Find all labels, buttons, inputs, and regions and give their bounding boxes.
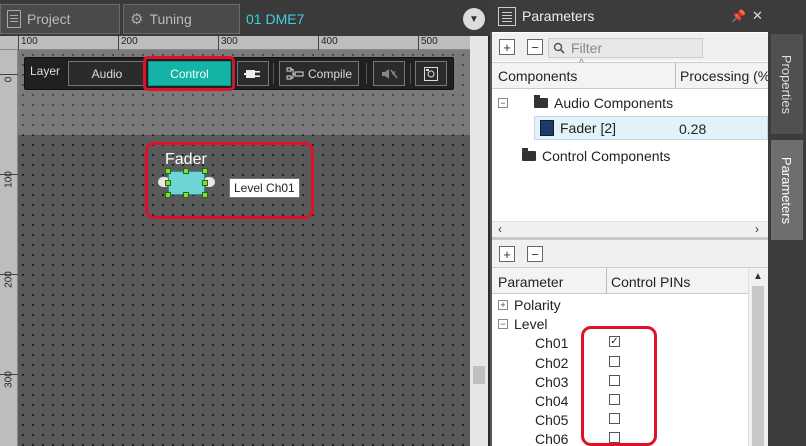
snapshot-button[interactable] [415,61,447,86]
collapse-all-button[interactable]: − [527,39,543,55]
side-tab-parameters[interactable]: Parameters [771,140,803,240]
scroll-left-icon[interactable]: ‹ [498,222,502,236]
channel-label: Ch03 [535,374,569,390]
toolbar-divider [273,63,274,84]
tab-project-label: Project [27,11,71,27]
compile-label: Compile [307,66,352,81]
toolbar-divider [366,63,367,84]
channel-label: Ch06 [535,431,569,446]
expand-toggle-icon[interactable]: + [498,300,508,310]
plus-icon: + [503,246,511,262]
param-group-label: Polarity [514,297,561,313]
scroll-right-icon[interactable]: › [755,222,759,236]
side-tab-label: Properties [779,54,795,114]
control-button-highlight [143,56,235,91]
tuning-icon: ⚙ [130,11,144,28]
filter-input[interactable]: Filter [548,38,703,58]
tab-dme7-label: 01 DME7 [246,11,305,27]
column-header-control-pins[interactable]: Control PINs [611,274,690,290]
component-chip-icon [540,120,554,136]
column-header-components[interactable]: Components [498,68,577,84]
collapse-toggle-icon[interactable]: − [498,98,508,108]
tree-node-control-components[interactable]: Control Components [522,148,670,164]
parameters-panel-title: Parameters [522,8,595,24]
plug-button[interactable] [237,61,269,86]
tree-node-audio-components[interactable]: − Audio Components [498,95,673,111]
channel-label: Ch01 [535,335,569,351]
plug-icon [244,69,260,78]
ruler-tick: 0 [0,74,18,94]
snapshot-icon [424,66,438,81]
tree-node-label: Fader [2] [560,120,617,136]
column-header-processing[interactable]: Processing (% [680,68,770,84]
compile-button[interactable]: Compile [279,61,359,86]
parameters-panel-header: Parameters [490,0,768,32]
ruler-tick: 100 [0,171,18,194]
canvas-vertical-scrollbar[interactable] [470,36,488,446]
folder-icon [534,95,548,108]
tree-node-label: Control Components [542,148,671,164]
channel-label: Ch04 [535,393,569,409]
minus-icon: − [531,39,539,55]
chevron-down-icon: ▼ [469,13,479,25]
mute-button[interactable] [373,61,405,86]
column-separator[interactable] [675,62,676,89]
ruler-tick: 400 [318,36,338,50]
tree-node-label: Audio Components [554,95,674,111]
channel-label: Ch05 [535,412,569,428]
tab-dme7[interactable]: 01 DME7 [242,4,304,34]
folder-icon [522,148,536,161]
collapse-all-button[interactable]: − [527,246,543,262]
list-icon [498,7,516,26]
channel-label: Ch02 [535,355,569,371]
side-tab-properties[interactable]: Properties [771,34,803,134]
document-icon [7,10,21,28]
control-pins-highlight [581,326,657,446]
toolbar-divider [410,63,411,84]
ruler-tick: 300 [0,371,18,394]
tab-list-dropdown-button[interactable]: ▼ [463,8,485,30]
ruler-tick: 100 [18,36,38,50]
components-horizontal-scrollbar[interactable] [492,221,768,237]
ruler-tick: 200 [118,36,138,50]
vertical-ruler: 0 100 200 300 [0,50,18,446]
filter-placeholder: Filter [571,40,603,56]
pin-panel-icon[interactable]: 📌 [731,9,746,23]
param-group-level[interactable]: − Level [498,316,547,332]
param-group-polarity[interactable]: + Polarity [498,297,561,313]
column-separator[interactable] [606,268,607,294]
tab-tuning[interactable]: ⚙ Tuning [123,4,240,34]
audio-layer-button[interactable]: Audio [68,61,146,86]
tab-project[interactable]: Project [0,4,120,34]
side-tab-label: Parameters [779,156,795,224]
layer-label: Layer [30,64,61,78]
horizontal-ruler: 100 200 300 400 500 [0,36,470,50]
param-group-label: Level [514,316,548,332]
expand-all-button[interactable]: + [499,246,515,262]
processing-value: 0.28 [679,121,707,137]
speaker-muted-icon [382,68,398,79]
compile-icon [286,67,304,79]
column-header-parameter[interactable]: Parameter [498,274,563,290]
search-icon [553,42,565,54]
scroll-up-icon[interactable]: ▲ [753,271,763,282]
ruler-tick: 200 [0,271,18,294]
canvas-scroll-thumb[interactable] [473,366,485,384]
tree-node-fader[interactable]: Fader [2] [540,120,616,136]
ruler-tick: 300 [218,36,238,50]
toolbar-divider [233,63,234,84]
minus-icon: − [531,246,539,262]
tab-tuning-label: Tuning [149,11,192,27]
collapse-toggle-icon[interactable]: − [498,319,508,329]
fader-highlight [145,142,314,219]
sort-ascending-icon: ^ [579,58,584,69]
close-icon[interactable]: ✕ [752,8,763,24]
ruler-tick: 500 [418,36,438,50]
pins-scroll-thumb[interactable] [752,286,764,446]
plus-icon: + [503,39,511,55]
expand-all-button[interactable]: + [499,39,515,55]
